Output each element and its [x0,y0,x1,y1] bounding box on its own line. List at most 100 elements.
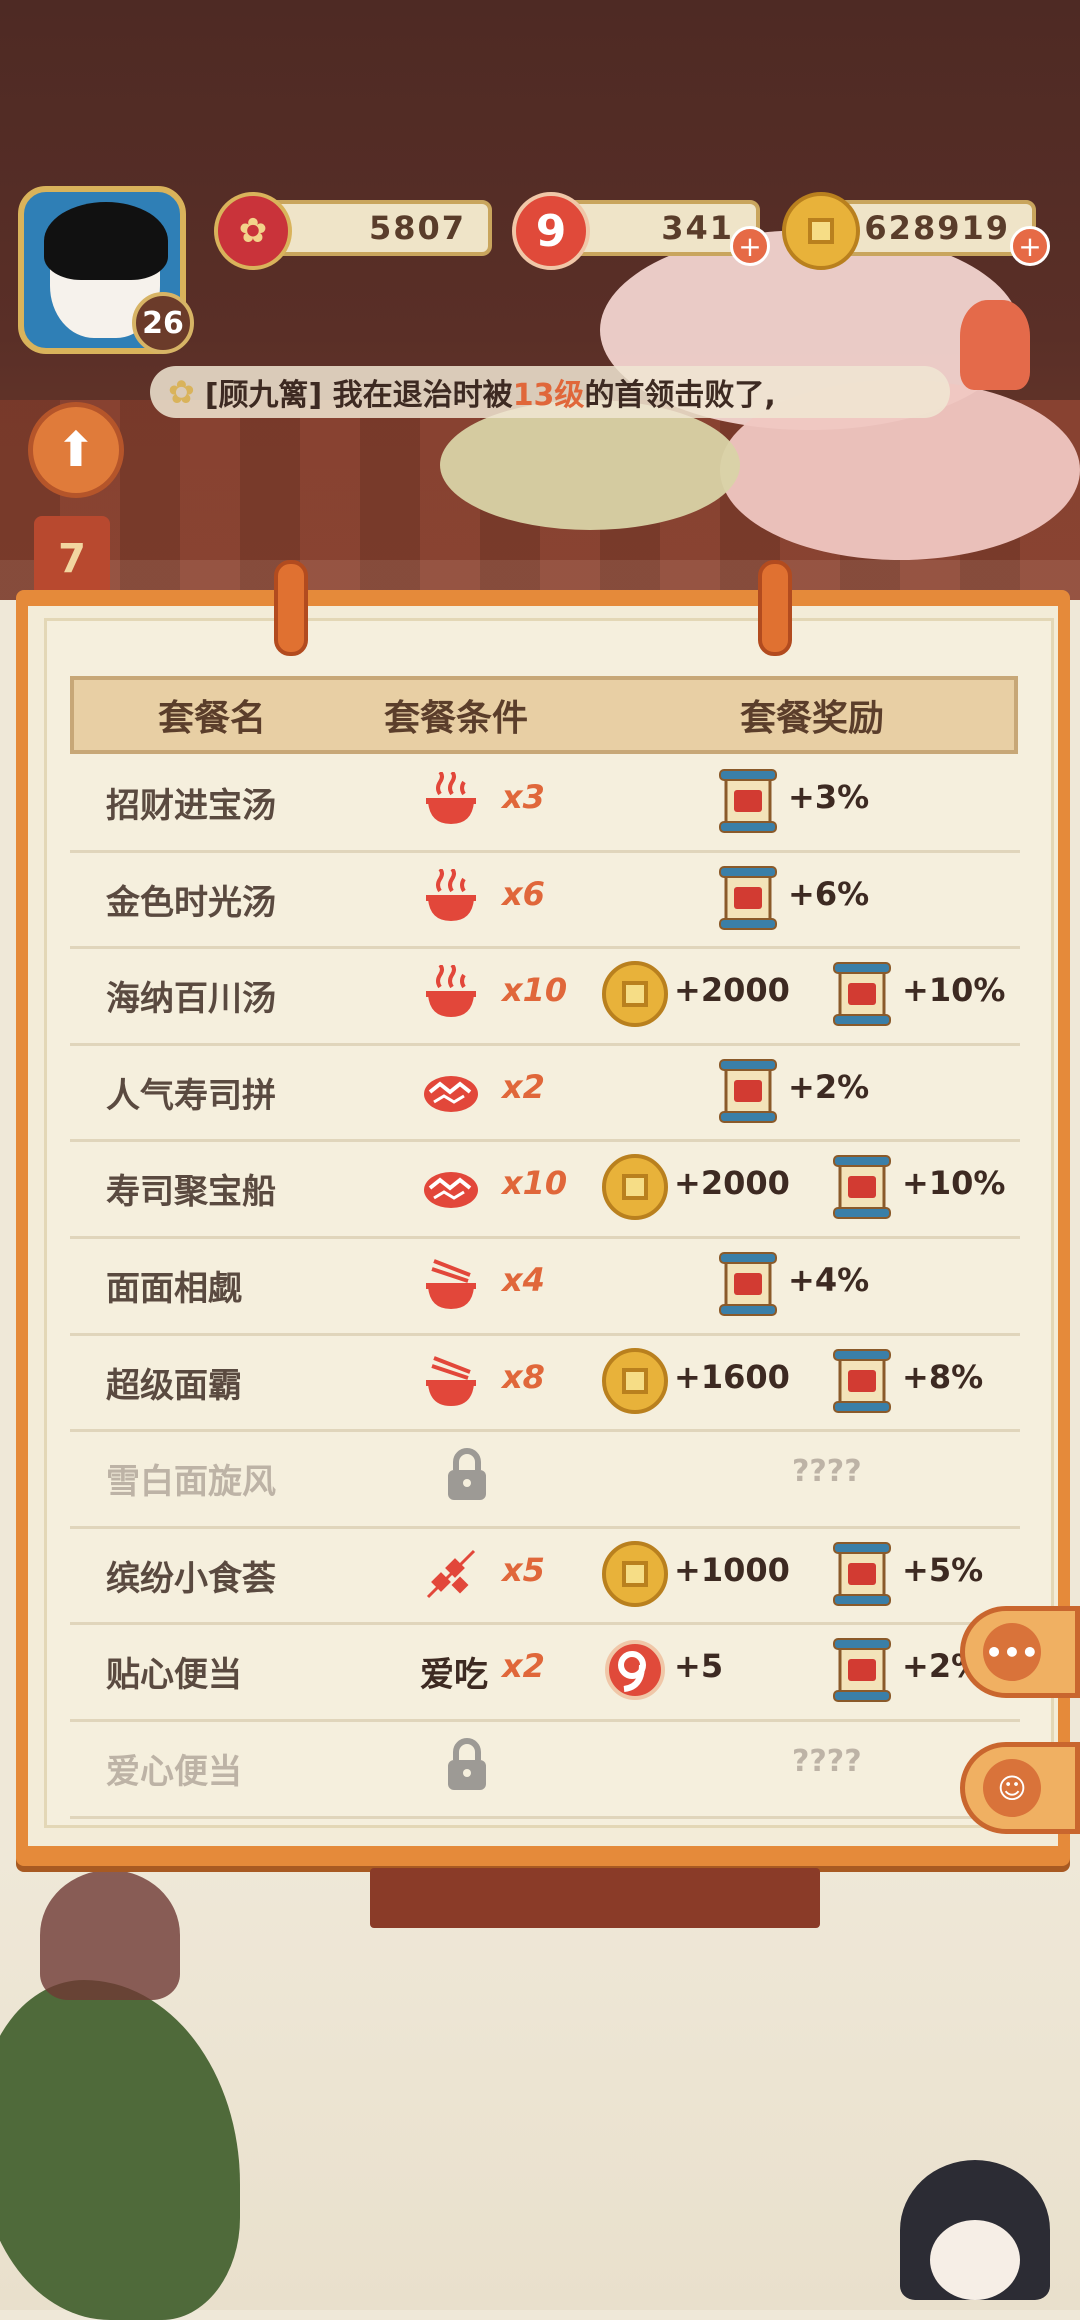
condition-multiplier: x10 [502,971,568,1010]
gold-reward: +1600 [674,1357,790,1396]
gold-coin-icon [602,1347,668,1414]
combo-name: 海纳百川汤 [106,979,276,1020]
condition-multiplier: x10 [502,1164,568,1203]
skewer-icon [420,1545,482,1603]
soup-bowl-icon [420,770,482,830]
exp-reward: +8% [902,1357,984,1396]
unknown-reward: ???? [792,1743,862,1779]
sushi-icon [420,1062,482,1120]
header-combo-reward: 套餐奖励 [740,698,885,739]
gold-counter: 628919 [830,200,1036,256]
character-sprite[interactable] [40,1870,180,2000]
combo-row[interactable]: 面面相觑 x4 +4% [70,1239,1020,1336]
add-gold-button[interactable]: + [1010,226,1050,266]
combo-name: 缤纷小食荟 [106,1558,276,1599]
gold-coin-icon [602,961,668,1028]
header-combo-condition: 套餐条件 [384,698,529,739]
combo-name: 贴心便当 [106,1655,242,1696]
board-clip-right [758,560,792,656]
flower-icon: ✿ [168,373,195,411]
condition-text: 爱吃 [420,1655,488,1696]
gold-reward: +1000 [674,1550,790,1589]
combo-name: 金色时光汤 [106,882,276,923]
marquee-highlight: 13级 [512,378,585,413]
exp-reward: +10% [902,971,1006,1010]
exp-reward: +2% [788,1067,870,1106]
exp-scroll-icon [830,1541,894,1607]
chat-bubble-icon: ••• [983,1623,1041,1681]
combo-name: 人气寿司拼 [106,1075,276,1116]
board-clip-left [274,560,308,656]
chef-button[interactable]: ☺ [960,1742,1080,1834]
chat-button[interactable]: ••• [960,1606,1080,1698]
combo-name: 招财进宝汤 [106,786,276,826]
exp-scroll-icon [830,1637,894,1703]
combo-name: 寿司聚宝船 [106,1172,276,1213]
soup-bowl-icon [420,963,482,1023]
exp-reward: +4% [788,1260,870,1299]
exp-scroll-icon [830,1348,894,1414]
gold-coin-icon [602,1540,668,1607]
exp-scroll-icon [716,1058,780,1124]
combo-row[interactable]: 人气寿司拼 x2 +2% [70,1046,1020,1143]
combo-row[interactable]: 爱心便当 ???? [70,1722,1020,1819]
exp-reward: +5% [902,1550,984,1589]
condition-multiplier: x6 [502,874,545,913]
level-up-button[interactable]: ⬆ [28,402,124,498]
gold-reward: +2000 [674,1164,790,1203]
currency-1-counter: 5807 [262,200,492,256]
condition-multiplier: x2 [502,1647,545,1686]
jade-icon [602,1637,668,1703]
player-level-badge: 26 [132,292,194,354]
noodle-bowl-icon [420,1255,482,1313]
jade-reward: +5 [674,1647,724,1686]
marquee-prefix: [顾九篱] 我在退治时被 [204,378,513,413]
board-stand [370,1868,820,1928]
combo-name: 面面相觑 [106,1268,242,1309]
exp-reward: +10% [902,1164,1006,1203]
combo-row[interactable]: 海纳百川汤 x10 +2000 +10% [70,949,1020,1046]
lock-icon [444,1446,490,1502]
soup-bowl-icon [420,867,482,927]
exp-reward: +6% [788,874,870,913]
exp-scroll-icon [830,961,894,1027]
combo-table-header: 套餐名 套餐条件 套餐奖励 [70,676,1018,754]
combo-name: 雪白面旋风 [106,1462,276,1503]
koinobori-fish-decoration [960,300,1030,390]
header-combo-name: 套餐名 [158,698,267,739]
gold-coin-icon [602,1154,668,1221]
combo-row[interactable]: 贴心便当 爱吃 x2 +5 +2% [70,1625,1020,1722]
exp-scroll-icon [830,1154,894,1220]
combo-name: 爱心便当 [106,1751,242,1792]
combo-row[interactable]: 招财进宝汤 x3 +3% [70,756,1020,853]
combo-row[interactable]: 超级面霸 x8 +1600 +8% [70,1336,1020,1433]
unknown-reward: ???? [792,1454,862,1490]
condition-multiplier: x8 [502,1357,545,1396]
cherry-blossom-tree [440,400,740,530]
add-jade-button[interactable]: + [730,226,770,266]
news-marquee: ✿ [顾九篱] 我在退治时被 13级 的首领击败了, [150,366,950,418]
combo-name: 超级面霸 [106,1365,242,1406]
condition-multiplier: x4 [502,1260,545,1299]
avatar-hair [44,202,168,280]
sushi-icon [420,1158,482,1216]
gold-reward: +2000 [674,971,790,1010]
plum-blossom-icon: ✿ [214,192,292,270]
sleeping-character-face [930,2220,1020,2300]
condition-multiplier: x5 [502,1550,545,1589]
exp-scroll-icon [716,865,780,931]
marquee-suffix: 的首领击败了, [584,378,776,413]
gold-coin-icon [782,192,860,270]
exp-scroll-icon [716,768,780,834]
jade-icon: 9 [512,192,590,270]
exp-scroll-icon [716,1251,780,1317]
combo-row[interactable]: 雪白面旋风 ???? [70,1432,1020,1529]
combo-row[interactable]: 金色时光汤 x6 +6% [70,853,1020,950]
noodle-bowl-icon [420,1352,482,1410]
chef-icon: ☺ [983,1759,1041,1817]
combo-row[interactable]: 寿司聚宝船 x10 +2000 +10% [70,1142,1020,1239]
lock-icon [444,1736,490,1792]
combo-row[interactable]: 缤纷小食荟 x5 +1000 +5% [70,1529,1020,1626]
condition-multiplier: x3 [502,778,545,816]
combo-table-body[interactable]: 招财进宝汤 x3 +3% 金色时光汤 x6 +6% 海纳百川汤 x10 +200… [70,756,1020,1819]
